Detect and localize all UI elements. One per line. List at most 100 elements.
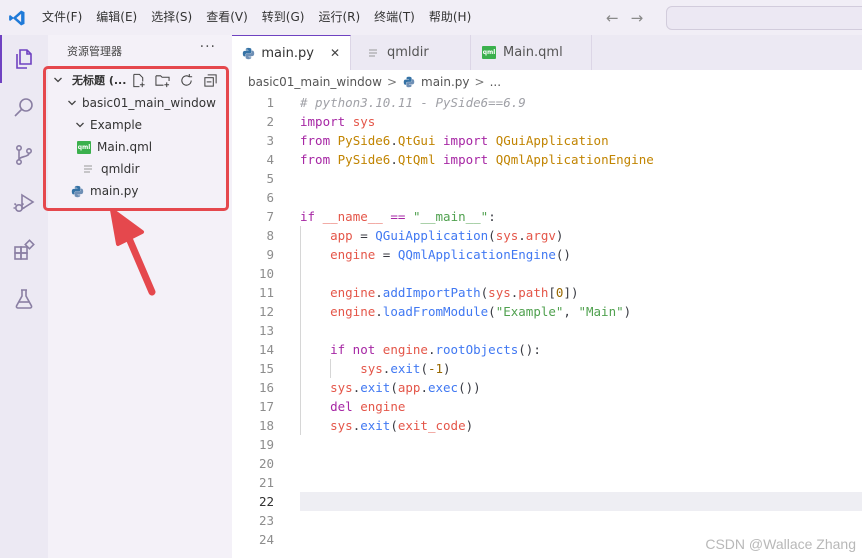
code-token: rootObjects <box>435 342 519 357</box>
code-token: loadFromModule <box>382 304 489 319</box>
breadcrumb-separator: > <box>386 75 397 89</box>
code-text: sys.exit(-1) <box>300 359 450 378</box>
code-token: addImportPath <box>382 285 481 300</box>
code-token: "Example" <box>495 304 564 319</box>
command-center-input[interactable] <box>666 6 862 30</box>
code-token: QQmlApplicationEngine <box>495 152 654 167</box>
code-token: QGuiApplication <box>495 133 609 148</box>
code-token: PySide6 <box>337 133 391 148</box>
tab-main-py[interactable]: main.py ✕ <box>232 35 351 70</box>
code-token: ) <box>555 228 564 243</box>
code-token: exec <box>427 380 459 395</box>
code-token: if <box>300 209 316 224</box>
code-token: ( <box>488 228 496 243</box>
search-icon[interactable] <box>0 83 48 131</box>
close-icon[interactable]: ✕ <box>330 46 340 60</box>
code-token: QtQml <box>397 152 436 167</box>
code-token: ) <box>465 418 474 433</box>
line-number: 12 <box>258 304 274 319</box>
code-token: ( <box>390 418 398 433</box>
code-token: -1 <box>427 361 444 376</box>
menu-help[interactable]: 帮助(H) <box>422 0 478 35</box>
code-token: . <box>518 228 526 243</box>
python-file-icon <box>402 75 416 89</box>
code-token: sys <box>488 285 511 300</box>
code-token: del <box>330 399 353 414</box>
code-token: == <box>390 209 406 224</box>
forward-arrow-icon[interactable]: → <box>631 9 644 27</box>
source-control-icon[interactable] <box>0 131 48 179</box>
menu-go[interactable]: 转到(G) <box>255 0 312 35</box>
code-token: , <box>563 304 579 319</box>
code-editor[interactable]: 1 # python3.10.11 - PySide6==6.9 2 import s… <box>232 92 862 558</box>
back-arrow-icon[interactable]: ← <box>606 9 619 27</box>
line-number: 11 <box>258 285 274 300</box>
code-token: if not <box>330 342 376 357</box>
line-number: 24 <box>258 532 274 547</box>
code-token: . <box>390 152 398 167</box>
menu-selection[interactable]: 选择(S) <box>144 0 199 35</box>
line-number: 13 <box>258 323 274 338</box>
code-token: [ <box>548 285 556 300</box>
code-token: engine <box>330 247 376 262</box>
code-text: engine.addImportPath(sys.path[0]) <box>300 283 579 302</box>
tab-main-qml[interactable]: qml Main.qml <box>471 35 592 70</box>
code-token: exit <box>360 418 391 433</box>
menu-file[interactable]: 文件(F) <box>35 0 89 35</box>
tab-qmldir[interactable]: qmldir <box>351 35 471 70</box>
extensions-icon[interactable] <box>0 227 48 275</box>
code-token: argv <box>525 228 556 243</box>
code-token: engine <box>330 304 376 319</box>
code-token: exit_code <box>397 418 466 433</box>
code-token: sys <box>360 361 383 376</box>
breadcrumb: basic01_main_window > main.py > ... <box>248 72 501 92</box>
line-number: 23 <box>258 513 274 528</box>
code-line: 22 <box>232 492 862 511</box>
code-token: import <box>300 114 346 129</box>
code-text: import sys <box>300 112 375 131</box>
menu-terminal[interactable]: 终端(T) <box>367 0 422 35</box>
menu-run[interactable]: 运行(R) <box>311 0 367 35</box>
current-line-highlight <box>300 492 862 511</box>
line-number: 8 <box>266 228 274 243</box>
explorer-icon[interactable] <box>0 35 48 83</box>
code-text: if not engine.rootObjects(): <box>300 340 541 359</box>
code-line: 10 <box>232 264 862 283</box>
code-line: 9 engine = QQmlApplicationEngine() <box>232 245 862 264</box>
nav-arrows: ← → <box>606 0 643 35</box>
title-bar: 文件(F) 编辑(E) 选择(S) 查看(V) 转到(G) 运行(R) 终端(T… <box>0 0 862 35</box>
code-line: 16 sys.exit(app.exec()) <box>232 378 862 397</box>
code-token: path <box>518 285 549 300</box>
breadcrumb-folder[interactable]: basic01_main_window <box>248 75 382 89</box>
code-token: app <box>330 228 353 243</box>
explorer-title: 资源管理器 <box>67 45 122 58</box>
code-line: 19 <box>232 435 862 454</box>
run-debug-icon[interactable] <box>0 179 48 227</box>
breadcrumb-file[interactable]: main.py <box>421 75 470 89</box>
code-text: sys.exit(app.exec()) <box>300 378 481 397</box>
line-number: 16 <box>258 380 274 395</box>
testing-flask-icon[interactable] <box>0 275 48 323</box>
menu-view[interactable]: 查看(V) <box>199 0 255 35</box>
line-number: 15 <box>258 361 274 376</box>
code-token: ]) <box>563 285 579 300</box>
breadcrumb-more[interactable]: ... <box>490 75 501 89</box>
code-token: = <box>375 247 398 262</box>
menu-edit[interactable]: 编辑(E) <box>89 0 144 35</box>
more-actions-icon[interactable]: ··· <box>200 39 216 55</box>
code-line: 13 <box>232 321 862 340</box>
code-token: engine <box>330 285 376 300</box>
line-number: 19 <box>258 437 274 452</box>
code-token: ()) <box>458 380 481 395</box>
